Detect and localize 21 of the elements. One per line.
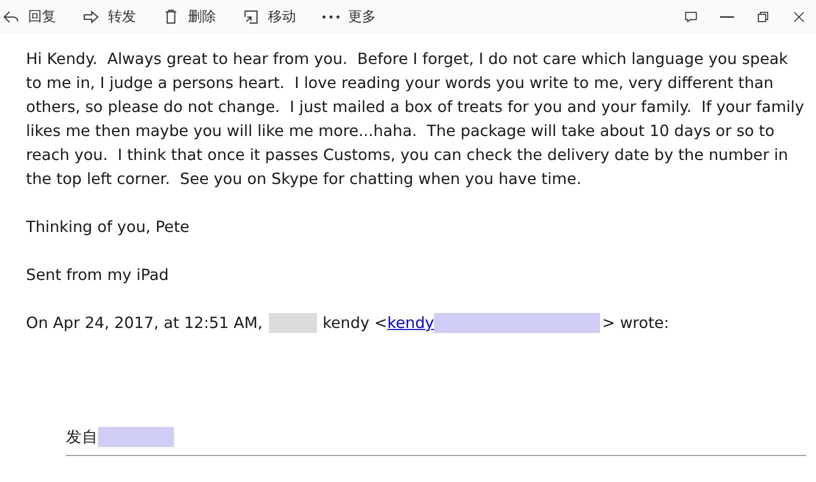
email-link[interactable]: kendy bbox=[387, 311, 434, 335]
more-icon bbox=[322, 15, 340, 19]
restore-icon bbox=[755, 9, 771, 25]
toolbar-button[interactable]: 删除 bbox=[162, 6, 216, 28]
toolbar-button[interactable]: 更多 bbox=[322, 6, 376, 28]
quote-header-text: On Apr 24, 2017, at 12:51 AM, bbox=[26, 313, 263, 334]
comment-icon bbox=[683, 9, 699, 25]
sent-from-text: 发自 bbox=[66, 427, 98, 448]
toolbar-button[interactable]: 回复 bbox=[2, 6, 56, 28]
toolbar-button[interactable]: 移动 bbox=[242, 6, 296, 28]
quote-header-text: kendy < bbox=[322, 313, 388, 334]
minimize-icon bbox=[720, 16, 734, 18]
message-paragraph: Sent from my iPad bbox=[26, 265, 170, 286]
message-paragraph: Thinking of you, Pete bbox=[26, 217, 190, 238]
forward-icon bbox=[82, 8, 100, 26]
message-paragraph: Hi Kendy. Always great to hear from you. Before I forget, I do not care which language you speak to me in, I judge a persons heart. I love reading your words you write to me, very different than others, so please do not change. I just mailed a box of treats for you and your family. If your family likes me then maybe you will like me more...haha. The package will take about 10 days or so to reach you. I think that once it passes Customs, you can check the delivery date by the number in the top left corner. See you on Skype for chatting when you have time. bbox=[26, 49, 805, 190]
close-icon bbox=[791, 9, 807, 25]
redacted-block bbox=[268, 313, 317, 333]
move-icon bbox=[242, 8, 260, 26]
toolbar-button[interactable]: 转发 bbox=[82, 6, 136, 28]
quote-header-text: > wrote: bbox=[602, 313, 670, 334]
